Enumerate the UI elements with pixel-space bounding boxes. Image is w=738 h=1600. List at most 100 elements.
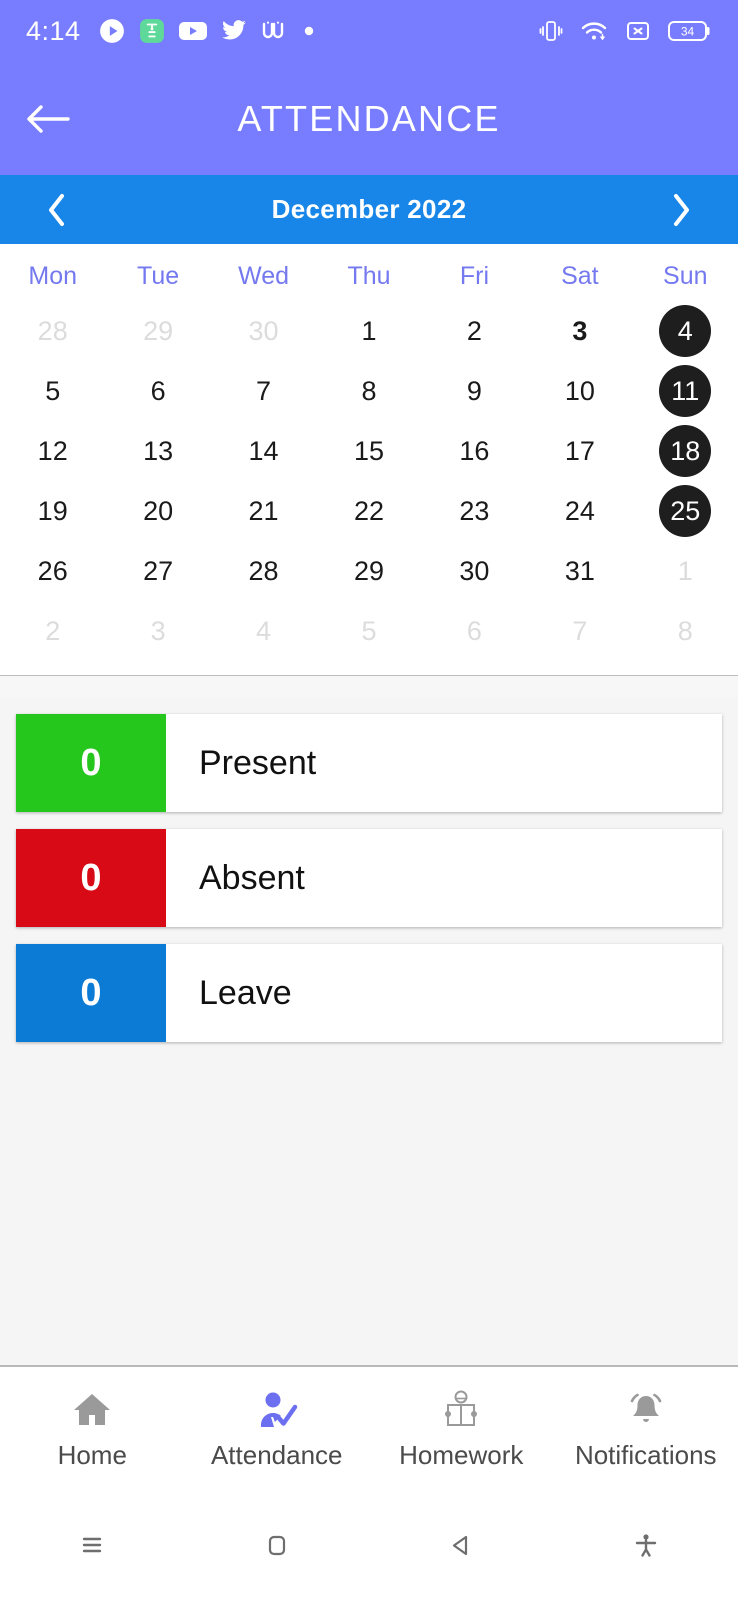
- calendar-day[interactable]: 20: [132, 485, 184, 537]
- calendar-day[interactable]: 5: [343, 605, 395, 657]
- calendar-day-cell[interactable]: 22: [316, 481, 421, 541]
- stat-card-absent[interactable]: 0 Absent: [16, 829, 722, 927]
- calendar-day-cell[interactable]: 5: [316, 601, 421, 661]
- calendar-day-selected[interactable]: 18: [659, 425, 712, 477]
- calendar-day-cell[interactable]: 4: [633, 301, 738, 361]
- calendar-day[interactable]: 7: [238, 365, 290, 417]
- next-month-button[interactable]: [658, 187, 704, 233]
- calendar-day-cell[interactable]: 27: [105, 541, 210, 601]
- calendar-day[interactable]: 6: [132, 365, 184, 417]
- calendar-day[interactable]: 8: [659, 605, 711, 657]
- calendar-day-cell[interactable]: 18: [633, 421, 738, 481]
- calendar-day[interactable]: 21: [238, 485, 290, 537]
- calendar-day[interactable]: 5: [27, 365, 79, 417]
- calendar-day-cell[interactable]: 8: [316, 361, 421, 421]
- calendar-day[interactable]: 7: [554, 605, 606, 657]
- calendar-day[interactable]: 3: [132, 605, 184, 657]
- nav-item-home[interactable]: Home: [0, 1387, 185, 1471]
- calendar-day-cell[interactable]: 1: [633, 541, 738, 601]
- calendar-day-cell[interactable]: 11: [633, 361, 738, 421]
- calendar-day[interactable]: 13: [132, 425, 184, 477]
- calendar-day-cell[interactable]: 24: [527, 481, 632, 541]
- stat-card-present[interactable]: 0 Present: [16, 714, 722, 812]
- calendar-day[interactable]: 26: [27, 545, 79, 597]
- calendar-day[interactable]: 30: [448, 545, 500, 597]
- calendar-day-cell[interactable]: 26: [0, 541, 105, 601]
- calendar-day-cell[interactable]: 23: [422, 481, 527, 541]
- calendar-day-cell[interactable]: 2: [422, 301, 527, 361]
- calendar-day-cell[interactable]: 10: [527, 361, 632, 421]
- calendar-day[interactable]: 22: [343, 485, 395, 537]
- calendar-day-selected[interactable]: 11: [659, 365, 712, 417]
- calendar-day[interactable]: 3: [554, 305, 606, 357]
- calendar-day[interactable]: 29: [132, 305, 184, 357]
- calendar-day-cell[interactable]: 6: [105, 361, 210, 421]
- calendar-day-cell[interactable]: 14: [211, 421, 316, 481]
- previous-month-button[interactable]: [34, 187, 80, 233]
- calendar-day-cell[interactable]: 21: [211, 481, 316, 541]
- no-sim-icon: [625, 19, 651, 43]
- menu-icon[interactable]: [0, 1527, 185, 1563]
- bell-icon: [623, 1387, 669, 1433]
- calendar-day-cell[interactable]: 28: [211, 541, 316, 601]
- calendar-day[interactable]: 23: [448, 485, 500, 537]
- calendar-day-cell[interactable]: 29: [105, 301, 210, 361]
- back-button[interactable]: [0, 102, 96, 136]
- calendar-day-cell[interactable]: 19: [0, 481, 105, 541]
- calendar-day[interactable]: 15: [343, 425, 395, 477]
- calendar-day[interactable]: 12: [27, 425, 79, 477]
- calendar-day-cell[interactable]: 16: [422, 421, 527, 481]
- stat-card-leave[interactable]: 0 Leave: [16, 944, 722, 1042]
- calendar-day-cell[interactable]: 2: [0, 601, 105, 661]
- accessibility-icon[interactable]: [554, 1527, 738, 1563]
- calendar-day-cell[interactable]: 3: [527, 301, 632, 361]
- calendar-day-selected[interactable]: 25: [659, 485, 712, 537]
- calendar-day[interactable]: 31: [554, 545, 606, 597]
- calendar-day-cell[interactable]: 31: [527, 541, 632, 601]
- calendar-day-cell[interactable]: 25: [633, 481, 738, 541]
- nav-item-homework[interactable]: Homework: [369, 1387, 554, 1471]
- calendar-day-cell[interactable]: 29: [316, 541, 421, 601]
- calendar-day[interactable]: 27: [132, 545, 184, 597]
- calendar-day[interactable]: 28: [238, 545, 290, 597]
- back-triangle-icon[interactable]: [369, 1527, 554, 1563]
- calendar-day-cell[interactable]: 3: [105, 601, 210, 661]
- calendar-day-cell[interactable]: 28: [0, 301, 105, 361]
- calendar-day[interactable]: 17: [554, 425, 606, 477]
- calendar-day[interactable]: 30: [238, 305, 290, 357]
- calendar-day-cell[interactable]: 17: [527, 421, 632, 481]
- nav-item-attendance[interactable]: Attendance: [185, 1387, 370, 1471]
- calendar-day[interactable]: 2: [27, 605, 79, 657]
- calendar-day[interactable]: 8: [343, 365, 395, 417]
- calendar-day[interactable]: 4: [238, 605, 290, 657]
- calendar-day-cell[interactable]: 4: [211, 601, 316, 661]
- calendar-day[interactable]: 10: [554, 365, 606, 417]
- calendar-day-cell[interactable]: 12: [0, 421, 105, 481]
- calendar-day-cell[interactable]: 9: [422, 361, 527, 421]
- calendar-day-cell[interactable]: 13: [105, 421, 210, 481]
- calendar-day[interactable]: 24: [554, 485, 606, 537]
- calendar-day-cell[interactable]: 6: [422, 601, 527, 661]
- calendar-day-cell[interactable]: 1: [316, 301, 421, 361]
- calendar-day-selected[interactable]: 4: [659, 305, 712, 357]
- calendar-day[interactable]: 16: [448, 425, 500, 477]
- home-square-icon[interactable]: [185, 1527, 370, 1563]
- calendar-day[interactable]: 9: [448, 365, 500, 417]
- nav-item-notifications[interactable]: Notifications: [554, 1387, 738, 1471]
- calendar-day[interactable]: 14: [238, 425, 290, 477]
- calendar-day-cell[interactable]: 30: [422, 541, 527, 601]
- calendar-day-cell[interactable]: 7: [211, 361, 316, 421]
- calendar-day-cell[interactable]: 20: [105, 481, 210, 541]
- calendar-day[interactable]: 2: [448, 305, 500, 357]
- calendar-day[interactable]: 28: [27, 305, 79, 357]
- calendar-day-cell[interactable]: 5: [0, 361, 105, 421]
- calendar-day[interactable]: 19: [27, 485, 79, 537]
- calendar-day[interactable]: 6: [448, 605, 500, 657]
- calendar-day-cell[interactable]: 15: [316, 421, 421, 481]
- calendar-day-cell[interactable]: 8: [633, 601, 738, 661]
- calendar-day[interactable]: 1: [659, 545, 711, 597]
- calendar-day[interactable]: 29: [343, 545, 395, 597]
- calendar-day-cell[interactable]: 30: [211, 301, 316, 361]
- calendar-day-cell[interactable]: 7: [527, 601, 632, 661]
- calendar-day[interactable]: 1: [343, 305, 395, 357]
